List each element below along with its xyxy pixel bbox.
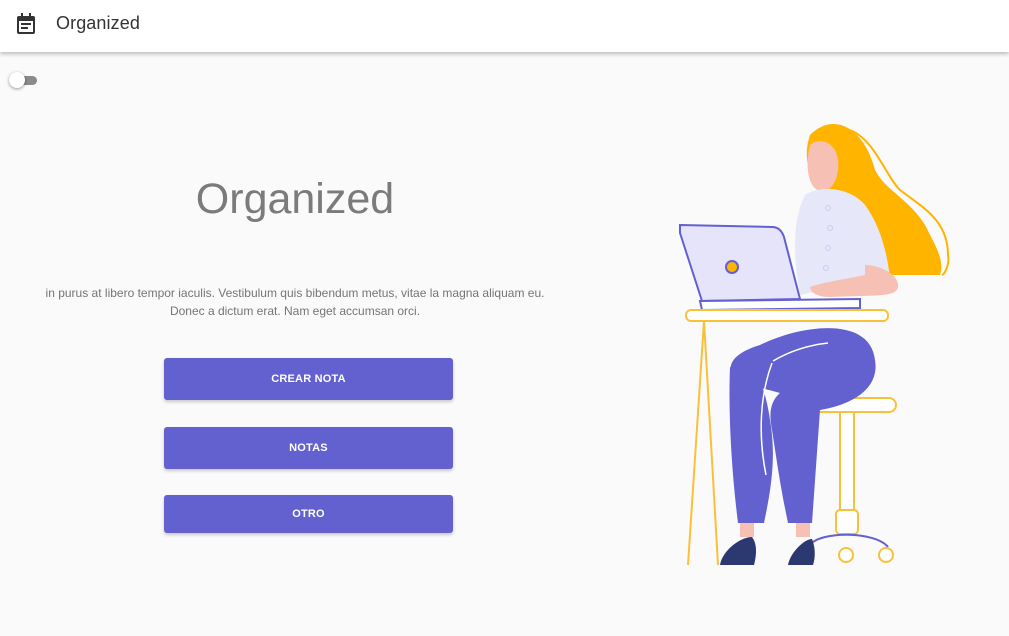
notes-button[interactable]: NOTAS — [164, 427, 453, 469]
toggle-thumb — [9, 72, 25, 88]
other-button[interactable]: OTRO — [164, 495, 453, 533]
calendar-note-icon — [16, 13, 36, 35]
app-title: Organized — [56, 13, 140, 33]
create-note-button[interactable]: CREAR NOTA — [164, 358, 453, 400]
app-bar: Organized — [0, 0, 1009, 52]
woman-laptop-illustration — [660, 115, 960, 575]
hero-title: Organized — [195, 175, 395, 223]
theme-toggle[interactable] — [9, 72, 37, 88]
hero-description: in purus at libero tempor iaculis. Vesti… — [45, 286, 545, 318]
